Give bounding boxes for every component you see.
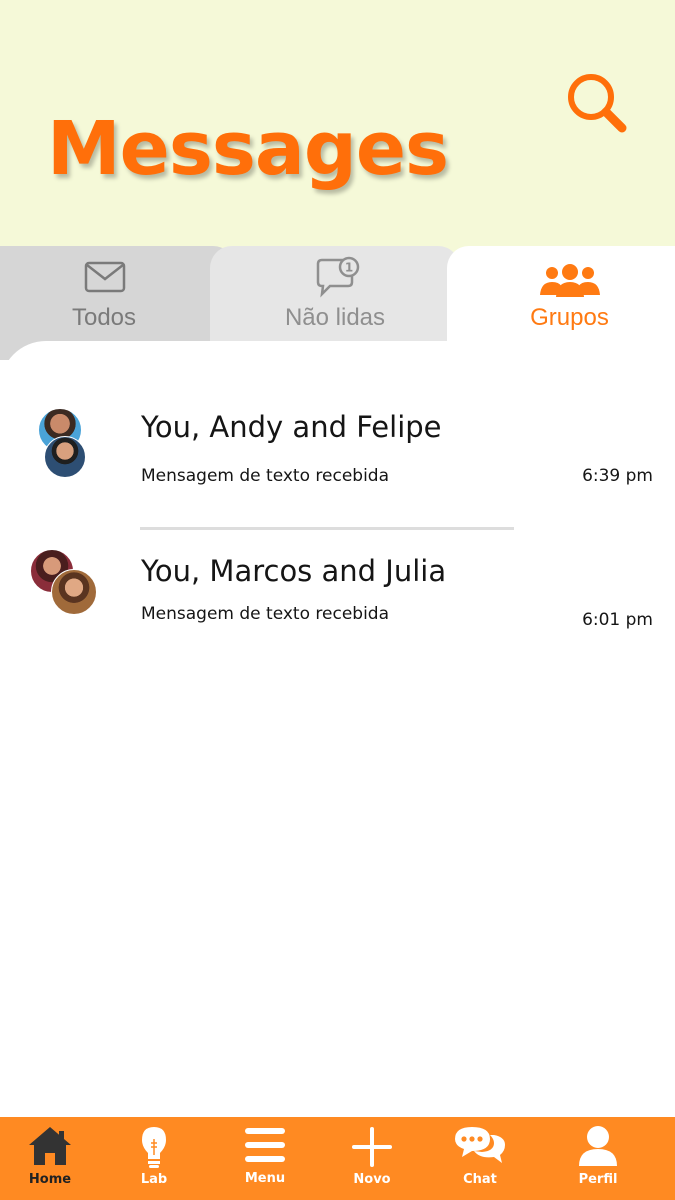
home-icon: [29, 1127, 71, 1165]
search-button[interactable]: [564, 70, 630, 136]
tab-grupos[interactable]: Grupos: [447, 246, 675, 342]
conversation-preview: Mensagem de texto recebida: [141, 466, 390, 486]
nav-lab-label: Lab: [140, 1172, 168, 1187]
nav-perfil-label: Perfil: [578, 1172, 618, 1187]
nav-home[interactable]: Home: [5, 1117, 95, 1200]
nav-chat-label: Chat: [463, 1172, 497, 1187]
chat-bubble-badge-icon: 1: [316, 256, 360, 298]
page-title: Messages: [47, 106, 449, 192]
plus-icon: [352, 1127, 392, 1167]
tab-grupos-label: Grupos: [530, 304, 609, 331]
conversation-time: 6:01 pm: [582, 610, 653, 630]
conversation-preview: Mensagem de texto recebida: [141, 604, 390, 624]
conversation-time: 6:39 pm: [582, 466, 653, 486]
nav-novo-label: Novo: [353, 1172, 391, 1187]
profile-icon: [579, 1126, 617, 1166]
menu-icon: [245, 1128, 285, 1162]
avatar: [44, 436, 86, 478]
lightbulb-icon: [142, 1127, 166, 1168]
search-icon: [568, 74, 627, 133]
nav-perfil[interactable]: Perfil: [553, 1117, 643, 1200]
divider: [140, 527, 514, 530]
conversation-title: You, Marcos and Julia: [141, 554, 447, 588]
unread-badge: 1: [345, 261, 353, 275]
envelope-icon: [84, 261, 126, 293]
nav-home-label: Home: [28, 1172, 72, 1187]
group-icon: [540, 264, 600, 297]
nav-novo[interactable]: Novo: [327, 1117, 417, 1200]
header: Messages: [0, 0, 675, 260]
bottom-nav: Home Lab Menu Novo Chat Perfil: [0, 1117, 675, 1200]
nav-chat[interactable]: Chat: [435, 1117, 525, 1200]
conversation-item[interactable]: You, Andy and Felipe Mensagem de texto r…: [0, 400, 675, 510]
tab-nao-lidas-label: Não lidas: [284, 304, 386, 331]
nav-lab[interactable]: Lab: [109, 1117, 199, 1200]
nav-menu-label: Menu: [244, 1171, 286, 1186]
avatar: [51, 569, 97, 615]
tab-todos[interactable]: Todos: [0, 246, 235, 342]
chat-icon: [455, 1127, 505, 1163]
conversation-title: You, Andy and Felipe: [141, 410, 442, 444]
tab-nao-lidas[interactable]: 1 Não lidas: [210, 246, 460, 342]
nav-menu[interactable]: Menu: [220, 1117, 310, 1200]
conversation-item[interactable]: You, Marcos and Julia Mensagem de texto …: [0, 545, 675, 655]
tab-todos-label: Todos: [71, 304, 137, 331]
